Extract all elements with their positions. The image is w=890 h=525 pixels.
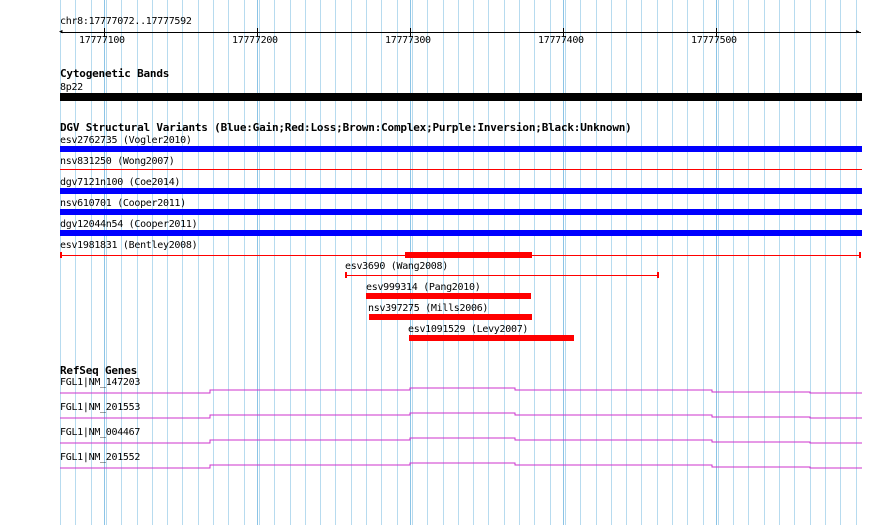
variant-endcap (657, 272, 659, 278)
cytoband-bar[interactable] (60, 93, 862, 101)
variant-gain-bar[interactable] (60, 209, 862, 215)
grid-line (611, 0, 612, 525)
grid-line (534, 0, 535, 525)
grid-line (748, 0, 749, 525)
variant-loss-line[interactable] (60, 169, 862, 170)
grid-line (274, 0, 275, 525)
variant-gain-bar[interactable] (60, 146, 862, 152)
grid-line (473, 0, 474, 525)
ruler-tick-label: 17777100 (79, 35, 125, 46)
grid-line (733, 0, 734, 525)
grid-line (840, 0, 841, 525)
grid-line (182, 0, 183, 525)
grid-line (488, 0, 489, 525)
variant-loss-bar[interactable] (369, 314, 532, 320)
refseq-track-title[interactable]: RefSeq Genes (60, 365, 137, 377)
variant-gain-bar[interactable] (60, 230, 862, 236)
gene-model[interactable] (0, 433, 890, 445)
grid-line (764, 0, 765, 525)
grid-line (596, 0, 597, 525)
dgv-track-title[interactable]: DGV Structural Variants (Blue:Gain;Red:L… (60, 122, 632, 134)
variant-label: esv1091529 (Levy2007) (408, 324, 529, 335)
grid-line (213, 0, 214, 525)
ruler-tick-label: 17777200 (232, 35, 278, 46)
variant-endcap (345, 272, 347, 278)
grid-line (641, 0, 642, 525)
grid-line (228, 0, 229, 525)
grid-line (626, 0, 627, 525)
grid-line (810, 0, 811, 525)
grid-line (703, 0, 704, 525)
variant-label: nsv610701 (Cooper2011) (60, 198, 186, 209)
variant-loss-bar[interactable] (409, 335, 574, 341)
grid-line (718, 0, 719, 525)
grid-line (290, 0, 291, 525)
gene-model[interactable] (0, 408, 890, 420)
ruler-right-arrow-icon: ▸ (855, 27, 861, 37)
cytoband-label: 8p22 (60, 82, 83, 93)
grid-line (794, 0, 795, 525)
grid-line (779, 0, 780, 525)
variant-loss-bar[interactable] (405, 252, 532, 258)
ruler-tick-label: 17777300 (385, 35, 431, 46)
variant-loss-line[interactable] (346, 275, 659, 276)
variant-endcap (859, 252, 861, 258)
grid-line (259, 0, 260, 525)
grid-line (580, 0, 581, 525)
grid-line (305, 0, 306, 525)
grid-line (687, 0, 688, 525)
grid-line (320, 0, 321, 525)
gene-model[interactable] (0, 458, 890, 470)
variant-label: esv3690 (Wang2008) (345, 261, 448, 272)
ruler-tick-label: 17777400 (538, 35, 584, 46)
variant-label: esv1981831 (Bentley2008) (60, 240, 198, 251)
ruler-axis (61, 32, 861, 33)
variant-loss-bar[interactable] (366, 293, 531, 299)
grid-line (565, 0, 566, 525)
grid-line (550, 0, 551, 525)
ruler-tick-label: 17777500 (691, 35, 737, 46)
variant-label: esv999314 (Pang2010) (366, 282, 481, 293)
variant-label: nsv397275 (Mills2006) (368, 303, 489, 314)
variant-label: nsv831250 (Wong2007) (60, 156, 175, 167)
grid-line (335, 0, 336, 525)
grid-line (198, 0, 199, 525)
grid-line (657, 0, 658, 525)
cytoband-track-title[interactable]: Cytogenetic Bands (60, 68, 169, 80)
grid-line (458, 0, 459, 525)
grid-line-major (563, 0, 564, 525)
variant-label: dgv7121n100 (Coe2014) (60, 177, 181, 188)
grid-line-major (257, 0, 258, 525)
grid-line (519, 0, 520, 525)
variant-label: esv2762735 (Vogler2010) (60, 135, 192, 146)
grid-line (672, 0, 673, 525)
variant-gain-bar[interactable] (60, 188, 862, 194)
grid-line-major (716, 0, 717, 525)
variant-label: dgv12044n54 (Cooper2011) (60, 219, 198, 230)
variant-endcap (60, 252, 62, 258)
gene-model[interactable] (0, 383, 890, 395)
grid-line (244, 0, 245, 525)
grid-line (856, 0, 857, 525)
ruler-position: chr8:17777072..17777592 (60, 16, 192, 27)
grid-line (504, 0, 505, 525)
grid-line (825, 0, 826, 525)
